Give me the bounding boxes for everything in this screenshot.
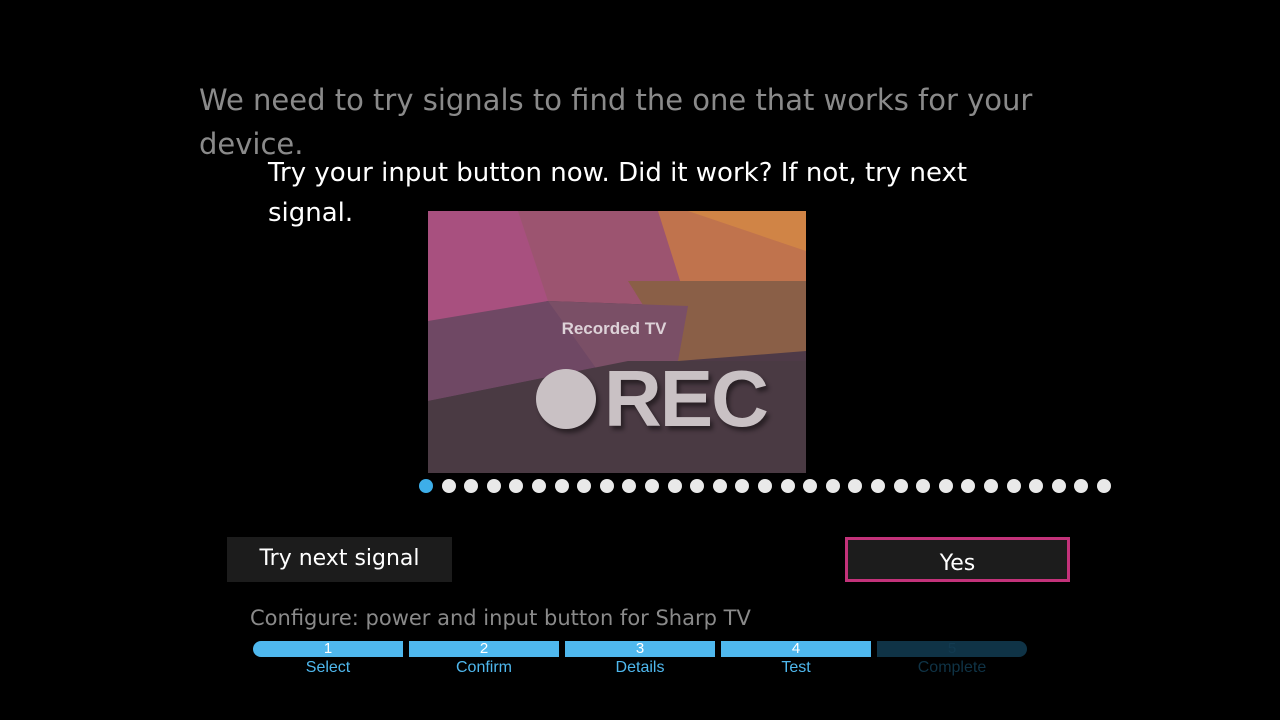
- step-complete: 5 Complete: [877, 641, 1027, 681]
- signal-dot: [667, 479, 682, 493]
- signal-dot: [871, 479, 885, 493]
- step-select: 1 Select: [253, 641, 403, 681]
- signal-dot: [1051, 479, 1066, 493]
- signal-dot: [916, 479, 931, 493]
- signal-dot: [848, 479, 863, 493]
- signal-dot: [984, 479, 998, 493]
- signal-dot: [554, 479, 569, 493]
- signal-dot: [441, 479, 456, 493]
- try-next-signal-button[interactable]: Try next signal: [227, 537, 452, 582]
- signal-dot: [599, 479, 614, 493]
- step-confirm: 2 Confirm: [409, 641, 559, 681]
- signal-dot: [1097, 479, 1111, 493]
- step-number: 3: [565, 641, 715, 657]
- signal-dot: [735, 479, 750, 493]
- signal-dot: [532, 479, 546, 493]
- yes-button[interactable]: Yes: [845, 537, 1070, 582]
- signal-dot: [803, 479, 818, 493]
- signal-dot: [1074, 479, 1089, 493]
- step-label: Complete: [917, 659, 987, 676]
- signal-dot: [690, 479, 705, 493]
- rec-text: REC: [604, 354, 769, 443]
- signal-dot: [938, 479, 953, 493]
- signal-dot: [419, 479, 433, 493]
- step-number: 1: [253, 641, 403, 657]
- signal-pagination-dots: [418, 477, 1119, 495]
- signal-dot: [622, 479, 637, 493]
- signal-dot: [893, 479, 908, 493]
- signal-dot: [825, 479, 840, 493]
- configure-status: Configure: power and input button for Sh…: [250, 606, 751, 630]
- step-test: 4 Test: [721, 641, 871, 681]
- step-number: 2: [409, 641, 559, 657]
- signal-dot: [509, 479, 524, 493]
- signal-dot: [486, 479, 501, 493]
- signal-dot: [712, 479, 727, 493]
- step-number: 5: [877, 641, 1027, 657]
- signal-dot: [645, 479, 659, 493]
- preview-caption: Recorded TV: [561, 319, 667, 338]
- setup-progress-steps: 1 Select 2 Confirm 3 Details 4 Test 5 Co…: [253, 641, 1029, 681]
- signal-dot: [1029, 479, 1044, 493]
- rec-logo: REC: [534, 357, 774, 441]
- signal-preview-image: Recorded TV REC: [428, 211, 806, 473]
- signal-dot: [758, 479, 772, 493]
- step-number: 4: [721, 641, 871, 657]
- signal-dot: [961, 479, 976, 493]
- signal-dot: [464, 479, 479, 493]
- record-dot-icon: [536, 369, 596, 429]
- step-details: 3 Details: [565, 641, 715, 681]
- signal-dot: [577, 479, 592, 493]
- signal-dot: [1006, 479, 1021, 493]
- signal-dot: [780, 479, 795, 493]
